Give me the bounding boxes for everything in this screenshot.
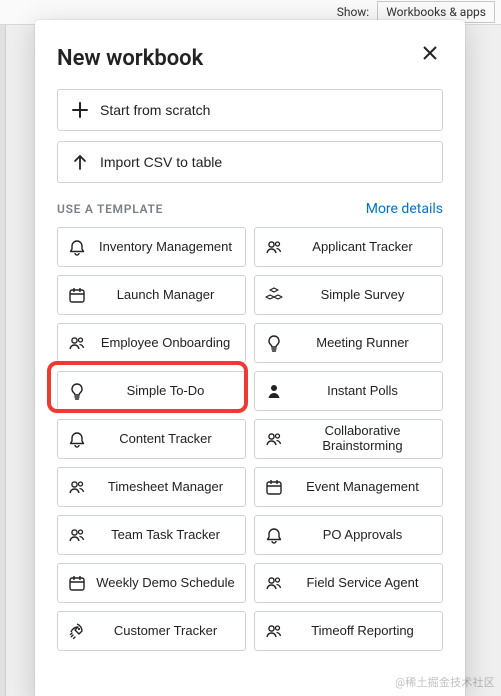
template-customer-tracker[interactable]: Customer Tracker: [57, 611, 246, 651]
template-instant-polls[interactable]: Instant Polls: [254, 371, 443, 411]
arrow-up-icon: [72, 154, 88, 170]
template-label: Meeting Runner: [293, 336, 432, 351]
template-collaborative-brainstorming[interactable]: Collaborative Brainstorming: [254, 419, 443, 459]
bell-icon: [68, 430, 86, 448]
cubes-icon: [265, 286, 283, 304]
people-icon: [265, 574, 283, 592]
close-button[interactable]: [417, 40, 443, 66]
template-label: Simple Survey: [293, 288, 432, 303]
template-simple-to-do[interactable]: Simple To-Do: [57, 371, 246, 411]
template-label: Timesheet Manager: [96, 480, 235, 495]
people-icon: [265, 430, 283, 448]
template-simple-survey[interactable]: Simple Survey: [254, 275, 443, 315]
template-field-service-agent[interactable]: Field Service Agent: [254, 563, 443, 603]
calendar-icon: [68, 574, 86, 592]
bell-icon: [68, 238, 86, 256]
people-icon: [265, 238, 283, 256]
people-icon: [68, 526, 86, 544]
template-grid: Inventory Management Applicant Tracker Lau…: [57, 227, 443, 651]
template-launch-manager[interactable]: Launch Manager: [57, 275, 246, 315]
modal-title: New workbook: [57, 46, 203, 71]
template-label: Collaborative Brainstorming: [293, 424, 432, 454]
template-label: Simple To-Do: [96, 384, 235, 399]
calendar-icon: [68, 286, 86, 304]
bulb-icon: [265, 334, 283, 352]
template-label: Instant Polls: [293, 384, 432, 399]
start-from-scratch-button[interactable]: Start from scratch: [57, 89, 443, 131]
template-event-management[interactable]: Event Management: [254, 467, 443, 507]
template-label: PO Approvals: [293, 528, 432, 543]
template-label: Customer Tracker: [96, 624, 235, 639]
template-section-label: USE A TEMPLATE: [57, 202, 163, 216]
more-details-link[interactable]: More details: [366, 201, 443, 217]
bulb-icon: [68, 382, 86, 400]
import-csv-label: Import CSV to table: [100, 154, 222, 170]
template-label: Employee Onboarding: [96, 336, 235, 351]
people-icon: [68, 478, 86, 496]
template-label: Applicant Tracker: [293, 240, 432, 255]
template-employee-onboarding[interactable]: Employee Onboarding: [57, 323, 246, 363]
template-label: Inventory Management: [96, 240, 235, 255]
start-from-scratch-label: Start from scratch: [100, 102, 210, 118]
new-workbook-modal: New workbook Start from scratch Import C…: [35, 20, 465, 696]
plus-icon: [72, 102, 88, 118]
import-csv-button[interactable]: Import CSV to table: [57, 141, 443, 183]
template-timeoff-reporting[interactable]: Timeoff Reporting: [254, 611, 443, 651]
template-applicant-tracker[interactable]: Applicant Tracker: [254, 227, 443, 267]
bell-icon: [265, 526, 283, 544]
template-content-tracker[interactable]: Content Tracker: [57, 419, 246, 459]
people-icon: [265, 622, 283, 640]
template-meeting-runner[interactable]: Meeting Runner: [254, 323, 443, 363]
people-icon: [68, 334, 86, 352]
template-inventory-management[interactable]: Inventory Management: [57, 227, 246, 267]
template-weekly-demo-schedule[interactable]: Weekly Demo Schedule: [57, 563, 246, 603]
template-label: Launch Manager: [96, 288, 235, 303]
template-label: Content Tracker: [96, 432, 235, 447]
template-timesheet-manager[interactable]: Timesheet Manager: [57, 467, 246, 507]
watermark: @稀土掘金技术社区: [395, 674, 495, 690]
close-icon: [423, 46, 437, 60]
rocket-icon: [68, 622, 86, 640]
calendar-icon: [265, 478, 283, 496]
person-icon: [265, 382, 283, 400]
template-label: Field Service Agent: [293, 576, 432, 591]
template-label: Weekly Demo Schedule: [96, 576, 235, 591]
template-label: Event Management: [293, 480, 432, 495]
template-po-approvals[interactable]: PO Approvals: [254, 515, 443, 555]
template-team-task-tracker[interactable]: Team Task Tracker: [57, 515, 246, 555]
template-label: Team Task Tracker: [96, 528, 235, 543]
template-label: Timeoff Reporting: [293, 624, 432, 639]
